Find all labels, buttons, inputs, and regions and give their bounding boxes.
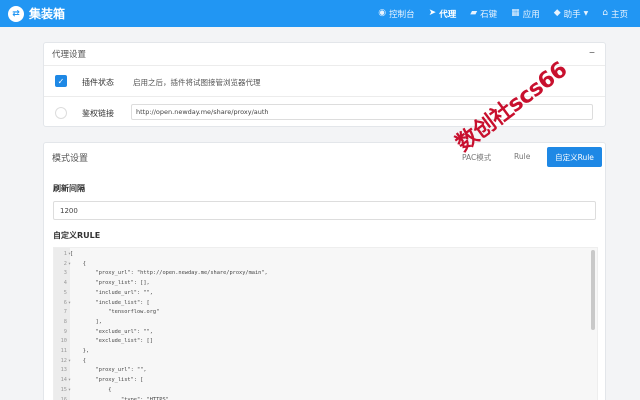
code-line: 10 "exclude_list": [] [54,337,597,347]
line-number: 7 [63,309,67,316]
code-text: ], [70,318,102,325]
auth-link-label: 鉴权链接 [82,109,114,118]
refresh-interval-label: 刷新间隔 [53,184,85,193]
nav-item-4[interactable]: ◆ 助手 ▼ [554,8,589,20]
code-line: 15 ▾ { [54,386,597,396]
line-number: 13 [60,367,67,374]
code-line: 11 }, [54,347,597,357]
code-text: "exclude_list": [] [70,338,153,345]
code-line: 6 ▾ "include_list": [ [54,299,597,309]
stone-icon: ▰ [470,8,478,18]
custom-rule-label: 自定义RULE [53,231,101,240]
code-text: "exclude_url": "", [70,328,153,335]
code-line: 12 ▾ { [54,357,597,367]
nav-item-5[interactable]: ⌂ 主页 [602,8,628,20]
code-line: 16 "type": "HTTPS", [54,396,597,400]
mode-settings-header: 模式设置 PAC模式 Rule 自定义Rule [44,143,605,175]
collapse-icon[interactable]: – [589,45,595,59]
main-nav: ◉ 控制台 ➤ 代理 ▰ 石键 ▦ 应用 ◆ 助手 ▼ ⌂ 主页 [364,0,628,27]
line-number: 2 [63,260,67,267]
caret-down-icon: ▼ [583,10,589,17]
nav-item-1[interactable]: ➤ 代理 [429,8,457,20]
helper-icon: ◆ [553,8,561,18]
code-text: "proxy_url": "", [70,367,147,374]
plugin-status-description: 启用之后，插件将试图接管浏览器代理 [133,78,261,87]
line-number: 8 [63,318,67,325]
code-text: "proxy_list": [ [70,377,144,384]
code-line: 4 "proxy_list": [], [54,279,597,289]
dashboard-icon: ◉ [378,8,387,18]
custom-rule-editor[interactable]: 1 ▾[2 ▾ {3 "proxy_url": "http://open.newda… [53,247,598,400]
nav-label: 控制台 [389,9,415,20]
code-text: { [70,386,112,393]
nav-item-3[interactable]: ▦ 应用 [511,8,540,20]
code-text: }, [70,348,90,354]
code-text: "proxy_url": "http://open.newday.me/shar… [70,270,268,277]
code-line: 8 ], [54,318,597,328]
nav-label: 应用 [522,9,540,20]
code-text: "proxy_list": [], [70,280,150,287]
brand[interactable]: ⇄ 集装箱 [8,5,65,22]
auth-link-radio[interactable] [55,107,67,119]
plugin-status-label: 插件状态 [82,78,114,87]
code-text: [ [70,251,74,257]
top-navbar: ⇄ 集装箱 ◉ 控制台 ➤ 代理 ▰ 石键 ▦ 应用 ◆ 助手 ▼ ⌂ 主页 [0,0,640,27]
line-number: 15 [60,386,67,393]
line-number: 4 [63,280,67,287]
code-line: 9 "exclude_url": "", [54,328,597,338]
brand-logo-icon: ⇄ [8,5,24,22]
home-icon: ⌂ [602,8,608,18]
code-line: 3 "proxy_url": "http://open.newday.me/sh… [54,269,597,279]
code-text: "include_list": [ [70,299,150,306]
brand-name: 集装箱 [29,7,66,21]
nav-label: 主页 [610,9,628,20]
nav-label: 石键 [480,9,498,20]
code-text: "type": "HTTPS", [70,396,173,400]
nav-item-2[interactable]: ▰ 石键 [470,8,497,20]
code-line: 2 ▾ { [54,260,597,270]
tab-custom-rule-button[interactable]: 自定义Rule [547,147,602,167]
code-line: 14 ▾ "proxy_list": [ [54,376,597,386]
proxy-settings-title: 代理设置 [52,50,87,60]
line-number: 9 [63,328,67,335]
line-number: 3 [63,270,67,277]
line-number: 5 [63,289,67,296]
tab-rule[interactable]: Rule [514,152,530,161]
code-text: { [70,260,86,267]
nav-label: 助手 [563,9,581,20]
code-line: 13 "proxy_url": "", [54,366,597,376]
code-text: "tensorflow.org" [70,309,160,316]
code-line: 1 ▾[ [54,250,597,260]
code-text: "include_url": "", [70,289,153,296]
apps-icon: ▦ [511,8,520,18]
plugin-status-checkbox[interactable]: ✓ [55,75,67,87]
line-number: 12 [60,357,67,364]
line-number: 16 [60,396,67,400]
code-line: 5 "include_url": "", [54,289,597,299]
code-text: { [70,357,86,364]
line-number: 14 [60,377,67,384]
mode-settings-title: 模式设置 [52,154,89,164]
refresh-interval-input[interactable] [53,201,596,220]
line-number: 1 [63,251,67,257]
line-number: 10 [60,338,67,345]
proxy-settings-header: 代理设置 – [44,43,605,66]
line-number: 11 [60,348,67,354]
nav-item-0[interactable]: ◉ 控制台 [378,8,414,20]
line-number: 6 [63,299,67,306]
mode-settings-card: 模式设置 PAC模式 Rule 自定义Rule 刷新间隔 自定义RULE 1▾[… [43,142,606,400]
nav-label: 代理 [439,9,457,20]
send-icon: ➤ [428,8,437,18]
code-line: 7 "tensorflow.org" [54,308,597,318]
